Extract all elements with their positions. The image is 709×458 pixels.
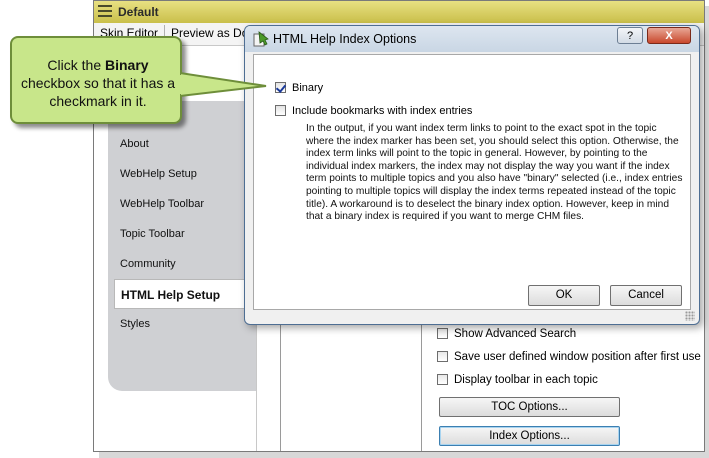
include-bookmarks-label: Include bookmarks with index entries [292,105,473,117]
binary-checkbox[interactable] [275,82,286,93]
preview-as-button[interactable]: Preview as Do [171,26,248,40]
binary-label: Binary [292,82,324,94]
help-button[interactable]: ? [617,27,643,44]
instruction-callout: Click the Binary checkbox so that it has… [10,36,182,124]
nav-item-html-help-setup[interactable]: HTML Help Setup [114,279,258,309]
display-toolbar-checkbox[interactable] [437,374,448,386]
show-advanced-search-label: Show Advanced Search [454,328,577,340]
ok-button[interactable]: OK [528,285,600,306]
display-toolbar-label: Display toolbar in each topic [454,374,598,386]
bookmarks-description: In the output, if you want index term li… [306,123,683,223]
display-toolbar-row[interactable]: Display toolbar in each topic [437,372,598,390]
callout-arrow-icon [180,71,267,98]
show-advanced-search-checkbox[interactable] [437,328,448,340]
menu-icon[interactable] [98,5,112,17]
resize-grip-icon[interactable] [685,311,695,321]
help-app-icon [253,31,269,47]
index-options-button[interactable]: Index Options... [439,426,620,446]
dialog-titlebar: HTML Help Index Options ? X [245,26,699,52]
show-advanced-search-row[interactable]: Show Advanced Search [437,326,576,344]
window-title: Default [118,5,159,19]
dialog-body: Binary Include bookmarks with index entr… [253,54,691,310]
include-bookmarks-option[interactable]: Include bookmarks with index entries [275,105,472,118]
callout-bold-term: Binary [105,57,149,73]
skin-nav-panel: About WebHelp Setup WebHelp Toolbar Topi… [108,101,258,391]
binary-option[interactable]: Binary [275,82,323,95]
toc-options-button[interactable]: TOC Options... [439,397,620,417]
save-window-position-label: Save user defined window position after … [454,351,701,363]
cancel-button[interactable]: Cancel [610,285,682,306]
include-bookmarks-checkbox[interactable] [275,105,286,116]
html-help-index-options-dialog: HTML Help Index Options ? X Binary Inclu… [244,25,700,325]
save-window-position-row[interactable]: Save user defined window position after … [437,349,701,367]
callout-text: Click the Binary checkbox so that it has… [20,57,176,109]
editor-titlebar: Default [94,1,704,24]
save-window-position-checkbox[interactable] [437,351,448,363]
close-button[interactable]: X [647,27,691,44]
dialog-title: HTML Help Index Options [273,32,417,46]
